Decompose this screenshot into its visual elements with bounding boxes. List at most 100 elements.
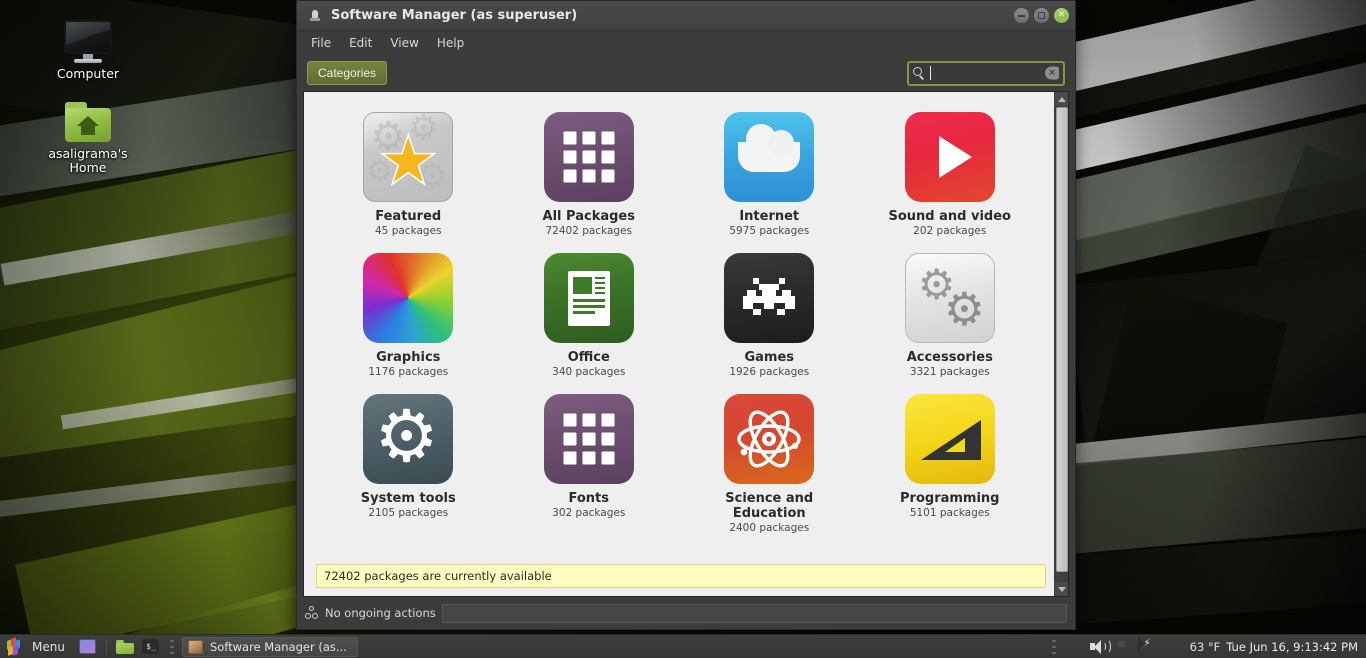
close-button[interactable]: ✕ bbox=[1054, 8, 1069, 23]
category-sound-and-video[interactable]: Sound and video 202 packages bbox=[860, 108, 1041, 237]
document-icon bbox=[543, 253, 634, 343]
package-icon bbox=[307, 8, 323, 24]
category-label: Sound and video bbox=[888, 209, 1011, 224]
maximize-button[interactable] bbox=[1034, 8, 1049, 23]
terminal-icon[interactable]: $_ bbox=[140, 637, 162, 657]
category-count: 45 packages bbox=[375, 225, 442, 237]
category-all-packages[interactable]: All Packages 72402 packages bbox=[499, 108, 680, 237]
category-count: 340 packages bbox=[552, 366, 626, 378]
taskbar-separator bbox=[105, 638, 107, 655]
menu-help[interactable]: Help bbox=[429, 33, 472, 53]
category-graphics[interactable]: Graphics 1176 packages bbox=[318, 249, 499, 378]
scrollbar-track[interactable] bbox=[1054, 106, 1068, 582]
category-accessories[interactable]: ⚙ ⚙ Accessories 3321 packages bbox=[860, 249, 1041, 378]
desktop-icon-computer[interactable]: Computer bbox=[28, 20, 148, 81]
desktop-icon-label: asaligrama's Home bbox=[48, 146, 128, 175]
tray-grip[interactable] bbox=[1051, 639, 1056, 654]
color-wheel-icon bbox=[363, 253, 454, 343]
window-titlebar[interactable]: Software Manager (as superuser) ✕ bbox=[297, 1, 1075, 31]
package-icon bbox=[187, 639, 203, 654]
category-count: 5975 packages bbox=[729, 225, 810, 237]
atom-icon bbox=[724, 394, 815, 484]
menu-view[interactable]: View bbox=[382, 33, 426, 53]
shield-icon[interactable] bbox=[1066, 638, 1084, 655]
menubar[interactable]: File Edit View Help bbox=[297, 31, 1075, 55]
system-tray: ⚡ 63 °F Tue Jun 16, 9:13:42 PM bbox=[1048, 637, 1366, 655]
linux-mint-logo-icon bbox=[6, 636, 24, 656]
category-science-and-education[interactable]: Science and Education 2400 packages bbox=[679, 390, 860, 534]
cloud-icon bbox=[724, 112, 815, 202]
category-label: Fonts bbox=[568, 491, 610, 506]
status-area: 72402 packages are currently available bbox=[304, 558, 1054, 596]
category-count: 2400 packages bbox=[729, 522, 810, 534]
show-desktop-icon[interactable] bbox=[77, 637, 99, 657]
category-internet[interactable]: Internet 5975 packages bbox=[679, 108, 860, 237]
grid-dots-icon bbox=[543, 112, 634, 202]
taskbar-window-label: Software Manager (as... bbox=[209, 639, 347, 654]
toolbar: Categories ✕ bbox=[297, 55, 1075, 91]
category-featured[interactable]: ⚙ ⚙ ⚙ ⚙ ★ Featured 45 packages bbox=[318, 108, 499, 237]
category-system-tools[interactable]: ⚙ System tools 2105 packages bbox=[318, 390, 499, 534]
computer-monitor-icon bbox=[64, 20, 112, 64]
menu-button[interactable] bbox=[4, 636, 26, 657]
taskbar-left: Menu $_ Software Manager (as... bbox=[0, 636, 358, 657]
grid-dots-icon bbox=[543, 394, 634, 484]
network-icon[interactable] bbox=[1113, 637, 1132, 655]
vertical-scrollbar[interactable] bbox=[1054, 92, 1068, 596]
category-office[interactable]: Office 340 packages bbox=[499, 249, 680, 378]
category-count: 3321 packages bbox=[909, 366, 990, 378]
gears-icon: ⚙ ⚙ bbox=[904, 253, 995, 343]
category-games[interactable]: Games 1926 packages bbox=[679, 249, 860, 378]
text-caret bbox=[930, 66, 931, 80]
window-statusbar: No ongoing actions bbox=[297, 597, 1075, 629]
category-label: Programming bbox=[900, 491, 1000, 506]
temperature-label[interactable]: 63 °F bbox=[1190, 640, 1221, 654]
content-frame: ⚙ ⚙ ⚙ ⚙ ★ Featured 45 packages All Packa… bbox=[303, 91, 1069, 597]
category-label: All Packages bbox=[542, 209, 635, 224]
category-label: Games bbox=[744, 350, 795, 365]
taskbar[interactable]: Menu $_ Software Manager (as... ⚡ 63 °F … bbox=[0, 634, 1366, 658]
category-label: Featured bbox=[375, 209, 442, 224]
play-button-icon bbox=[904, 112, 995, 202]
clear-search-icon[interactable]: ✕ bbox=[1045, 66, 1059, 80]
category-fonts[interactable]: Fonts 302 packages bbox=[499, 390, 680, 534]
minimize-button[interactable] bbox=[1014, 8, 1029, 23]
category-programming[interactable]: Programming 5101 packages bbox=[860, 390, 1041, 534]
menu-file[interactable]: File bbox=[303, 33, 339, 53]
categories-view: ⚙ ⚙ ⚙ ⚙ ★ Featured 45 packages All Packa… bbox=[304, 92, 1054, 596]
scrollbar-thumb[interactable] bbox=[1055, 107, 1068, 572]
category-count: 2105 packages bbox=[368, 507, 449, 519]
file-manager-icon[interactable] bbox=[114, 637, 136, 657]
space-invader-icon bbox=[724, 253, 815, 343]
menu-edit[interactable]: Edit bbox=[341, 33, 380, 53]
categories-button[interactable]: Categories bbox=[307, 61, 388, 85]
volume-icon[interactable] bbox=[1089, 639, 1111, 654]
taskbar-window-button[interactable]: Software Manager (as... bbox=[181, 636, 358, 657]
gear-icon: ⚙ bbox=[363, 394, 454, 484]
tasks-icon bbox=[305, 606, 319, 620]
home-folder-icon bbox=[63, 100, 113, 144]
menu-label[interactable]: Menu bbox=[32, 640, 65, 654]
category-count: 1926 packages bbox=[729, 366, 810, 378]
battery-icon[interactable]: ⚡ bbox=[1137, 637, 1160, 655]
scroll-down-button[interactable] bbox=[1054, 582, 1068, 596]
clock-label[interactable]: Tue Jun 16, 9:13:42 PM bbox=[1226, 640, 1358, 654]
category-label: Graphics bbox=[376, 350, 441, 365]
ongoing-actions-label: No ongoing actions bbox=[325, 606, 436, 620]
night-mode-icon[interactable] bbox=[1166, 638, 1184, 655]
category-count: 302 packages bbox=[552, 507, 626, 519]
desktop-icon-home[interactable]: asaligrama's Home bbox=[28, 100, 148, 175]
category-count: 5101 packages bbox=[909, 507, 990, 519]
categories-scroll-region: ⚙ ⚙ ⚙ ⚙ ★ Featured 45 packages All Packa… bbox=[304, 92, 1054, 558]
window-title: Software Manager (as superuser) bbox=[331, 8, 578, 23]
search-box[interactable]: ✕ bbox=[907, 60, 1065, 86]
scroll-up-button[interactable] bbox=[1054, 92, 1068, 106]
ruler-triangle-icon bbox=[904, 394, 995, 484]
category-label: Office bbox=[567, 350, 610, 365]
category-label: System tools bbox=[360, 491, 456, 506]
desktop-icon-label: Computer bbox=[56, 66, 120, 81]
software-manager-window[interactable]: Software Manager (as superuser) ✕ File E… bbox=[296, 0, 1076, 630]
category-label: Internet bbox=[739, 209, 800, 224]
window-list-grip[interactable] bbox=[169, 639, 174, 654]
category-count: 1176 packages bbox=[368, 366, 449, 378]
